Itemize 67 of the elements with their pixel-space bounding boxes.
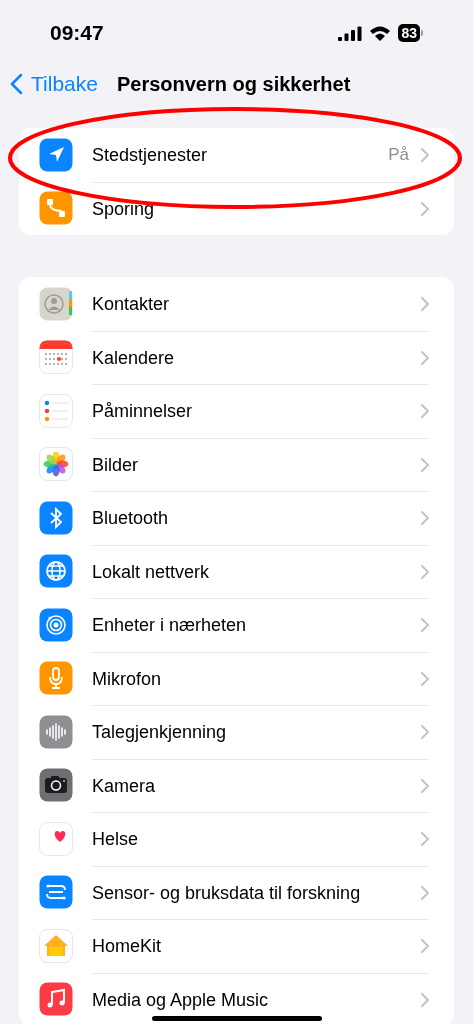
row-label: Sporing	[92, 198, 155, 219]
chevron-icon	[421, 885, 429, 900]
settings-row[interactable]: Kalendere	[19, 330, 454, 384]
row-label: Kontakter	[92, 293, 170, 314]
settings-row[interactable]: Kontakter	[19, 277, 454, 331]
settings-row[interactable]: Kamera	[19, 758, 454, 812]
settings-row[interactable]: Enheter i nærheten	[19, 598, 454, 652]
waveform-icon	[39, 714, 73, 749]
flower-icon	[39, 447, 73, 482]
row-label: Bilder	[92, 454, 139, 475]
battery-level: 83	[398, 24, 420, 42]
page-title: Personvern og sikkerhet	[116, 72, 351, 97]
row-label: Stedstjenester	[92, 144, 208, 165]
chevron-icon	[421, 201, 429, 216]
chevron-icon	[421, 350, 429, 365]
settings-row[interactable]: Påminnelser	[19, 384, 454, 438]
settings-row[interactable]: Sporing	[19, 181, 454, 235]
chevron-icon	[421, 832, 429, 847]
wifi-icon	[369, 25, 392, 41]
row-label: Kalendere	[92, 347, 175, 368]
chevron-icon	[421, 671, 429, 686]
signal-icon	[338, 25, 363, 41]
settings-row[interactable]: Talegjenkjenning	[19, 705, 454, 759]
chevron-icon	[421, 939, 429, 954]
chevron-icon	[421, 457, 429, 472]
row-label: Helse	[92, 829, 139, 850]
reminders-icon	[39, 393, 73, 428]
house-icon	[39, 928, 73, 963]
row-label: Påminnelser	[92, 401, 193, 422]
status-time: 09:47	[50, 20, 104, 47]
row-label: Media og Apple Music	[92, 989, 269, 1010]
chevron-icon	[421, 511, 429, 526]
settings-row[interactable]: Bilder	[19, 437, 454, 491]
chevron-icon	[421, 778, 429, 793]
row-value: På	[388, 144, 409, 166]
back-chevron-icon	[10, 73, 23, 95]
settings-row[interactable]: HomeKit	[19, 919, 454, 973]
chevron-icon	[421, 992, 429, 1007]
settings-row[interactable]: Bluetooth	[19, 491, 454, 545]
music-note-icon	[39, 982, 73, 1017]
settings-row[interactable]: Helse	[19, 812, 454, 866]
row-label: Kamera	[92, 775, 156, 796]
bluetooth-icon	[39, 500, 73, 535]
microphone-icon	[39, 661, 73, 696]
chevron-icon	[421, 147, 429, 162]
row-label: Talegjenkjenning	[92, 722, 227, 743]
sensor-data-icon	[39, 875, 73, 910]
calendar-icon	[39, 340, 73, 375]
camera-icon	[39, 768, 73, 803]
row-label: HomeKit	[92, 936, 162, 957]
contacts-icon	[39, 286, 73, 321]
nearby-icon	[39, 607, 73, 642]
globe-icon	[39, 554, 73, 589]
chevron-icon	[421, 296, 429, 311]
row-label: Mikrofon	[92, 668, 162, 689]
chevron-icon	[421, 564, 429, 579]
chevron-icon	[421, 725, 429, 740]
row-label: Enheter i nærheten	[92, 615, 247, 636]
row-label: Bluetooth	[92, 508, 169, 529]
row-label: Sensor- og bruksdata til forskning	[92, 882, 361, 903]
path-icon	[39, 191, 73, 226]
chevron-icon	[421, 404, 429, 419]
chevron-icon	[421, 618, 429, 633]
settings-row[interactable]: Mikrofon	[19, 651, 454, 705]
settings-row[interactable]: Sensor- og bruksdata til forskning	[19, 865, 454, 919]
row-label: Lokalt nettverk	[92, 561, 210, 582]
settings-row[interactable]: Lokalt nettverk	[19, 544, 454, 598]
